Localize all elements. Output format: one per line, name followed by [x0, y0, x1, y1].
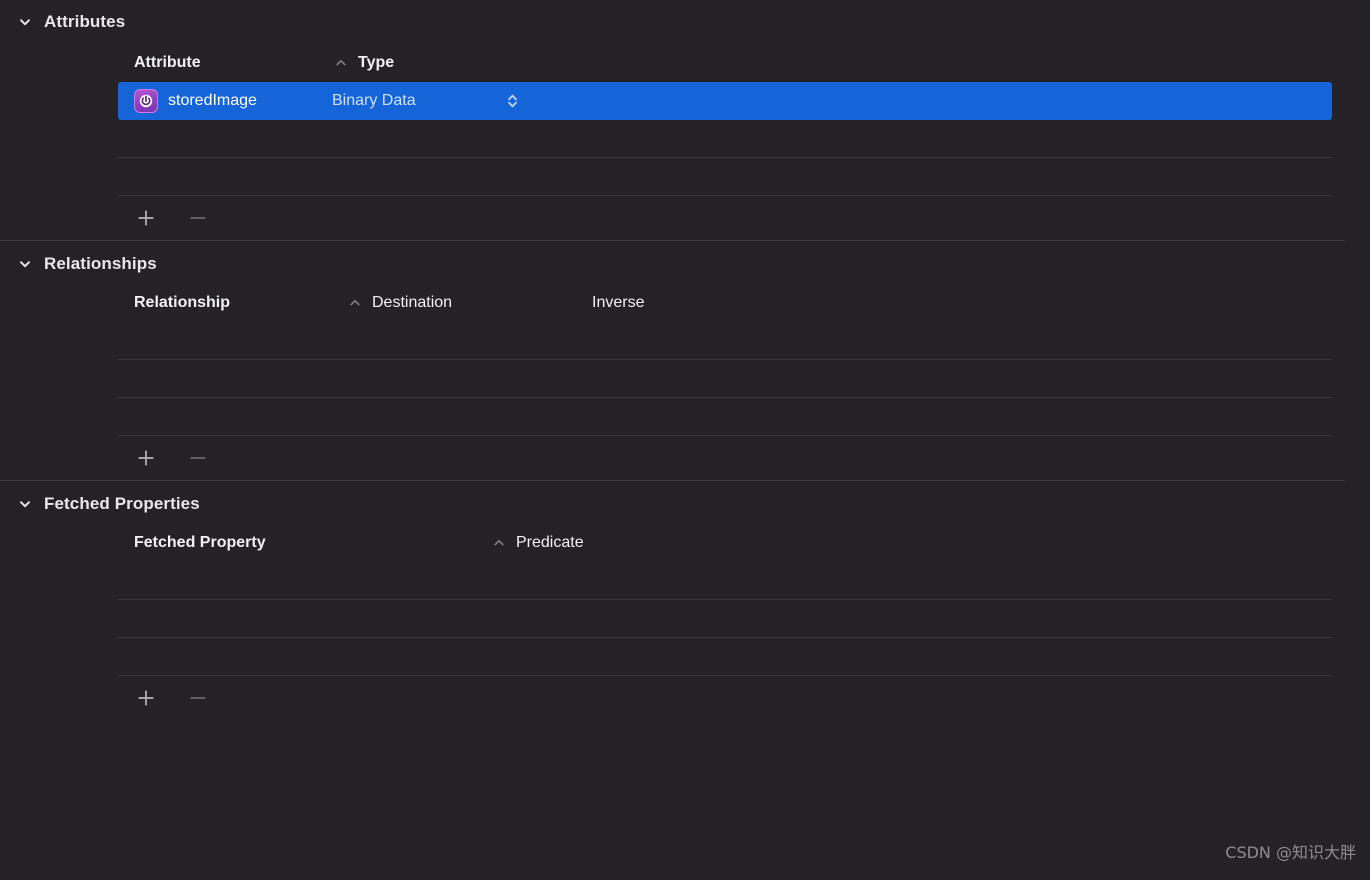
plus-icon: [138, 210, 154, 226]
section-divider: [0, 480, 1345, 481]
remove-relationship-button[interactable]: [186, 446, 210, 470]
section-relationships: Relationships Relationship Destination I…: [0, 240, 1370, 480]
relationships-table-header: Relationship Destination Inverse: [118, 284, 1332, 322]
relationships-table: Relationship Destination Inverse: [118, 284, 1332, 480]
table-row-empty[interactable]: [118, 398, 1332, 436]
attributes-table-footer: [118, 196, 1332, 240]
minus-icon: [190, 457, 206, 459]
table-row-empty[interactable]: [118, 158, 1332, 196]
add-relationship-button[interactable]: [134, 446, 158, 470]
watermark: CSDN @知识大胖: [1225, 843, 1356, 862]
attribute-name: storedImage: [168, 91, 257, 109]
section-title: Attributes: [44, 12, 126, 31]
column-header-type-label: Type: [358, 54, 395, 71]
section-divider: [0, 240, 1345, 241]
relationships-table-footer: [118, 436, 1332, 480]
remove-attribute-button[interactable]: [186, 206, 210, 230]
section-title: Fetched Properties: [44, 494, 200, 513]
column-header-predicate[interactable]: Predicate: [516, 534, 756, 552]
column-header-fetched-property-label: Fetched Property: [134, 534, 266, 551]
chevron-down-icon[interactable]: [14, 253, 36, 275]
section-fetched-properties: Fetched Properties Fetched Property Pred…: [0, 480, 1370, 720]
plus-icon: [138, 690, 154, 706]
core-data-model-inspector: Attributes Attribute Type storedImage Bi…: [0, 0, 1370, 880]
plus-icon: [138, 450, 154, 466]
table-row-empty[interactable]: [118, 638, 1332, 676]
chevron-up-icon: [346, 296, 364, 310]
chevron-down-icon[interactable]: [14, 11, 36, 33]
chevron-up-icon: [490, 536, 508, 550]
fetched-properties-table: Fetched Property Predicate: [118, 524, 1332, 720]
column-header-destination-label: Destination: [372, 294, 453, 311]
section-header-attributes[interactable]: Attributes: [0, 0, 1370, 44]
chevron-up-icon: [332, 56, 350, 70]
chevron-up-down-icon[interactable]: [504, 92, 522, 110]
add-attribute-button[interactable]: [134, 206, 158, 230]
column-header-relationship-label: Relationship: [134, 294, 231, 311]
section-attributes: Attributes Attribute Type storedImage Bi…: [0, 0, 1370, 240]
section-header-relationships[interactable]: Relationships: [0, 240, 1370, 284]
table-row-empty[interactable]: [118, 360, 1332, 398]
add-fetched-property-button[interactable]: [134, 686, 158, 710]
table-row-empty[interactable]: [118, 562, 1332, 600]
column-header-predicate-label: Predicate: [516, 534, 584, 551]
attributes-table: Attribute Type storedImage Binary Data: [118, 44, 1332, 240]
column-header-fetched-property[interactable]: Fetched Property: [134, 534, 490, 552]
fetched-properties-table-footer: [118, 676, 1332, 720]
attribute-power-icon: [134, 88, 158, 113]
remove-fetched-property-button[interactable]: [186, 686, 210, 710]
table-row[interactable]: storedImage Binary Data: [118, 82, 1332, 120]
column-header-attribute[interactable]: Attribute: [134, 54, 332, 72]
fetched-properties-table-header: Fetched Property Predicate: [118, 524, 1332, 562]
table-row-empty[interactable]: [118, 120, 1332, 158]
attribute-type-value[interactable]: Binary Data: [332, 92, 416, 110]
attributes-table-header: Attribute Type: [118, 44, 1332, 82]
table-row-empty[interactable]: [118, 322, 1332, 360]
column-header-relationship[interactable]: Relationship: [134, 294, 346, 312]
minus-icon: [190, 217, 206, 219]
column-header-attribute-label: Attribute: [134, 54, 201, 71]
column-header-destination[interactable]: Destination: [372, 294, 592, 312]
column-header-inverse[interactable]: Inverse: [592, 294, 812, 312]
section-title: Relationships: [44, 254, 157, 273]
section-header-fetched-properties[interactable]: Fetched Properties: [0, 480, 1370, 524]
table-row-empty[interactable]: [118, 600, 1332, 638]
column-header-inverse-label: Inverse: [592, 294, 645, 311]
chevron-down-icon[interactable]: [14, 493, 36, 515]
minus-icon: [190, 697, 206, 699]
column-header-type[interactable]: Type: [358, 54, 598, 72]
